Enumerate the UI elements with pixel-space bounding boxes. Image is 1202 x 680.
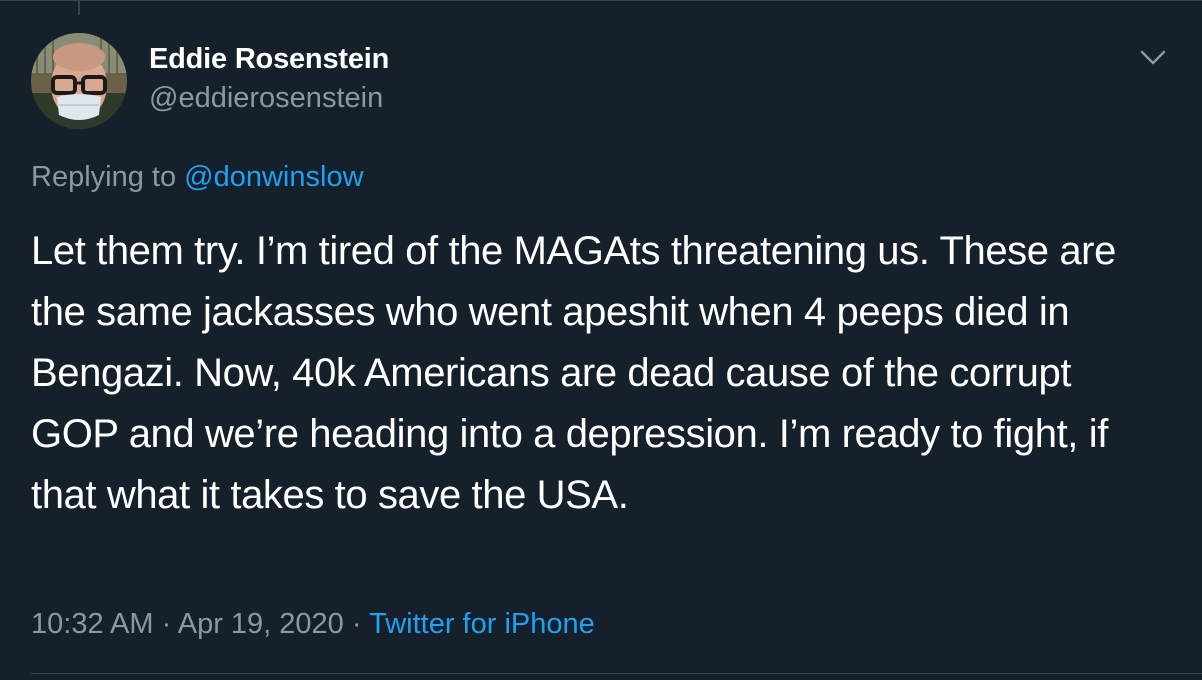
- user-handle[interactable]: @eddierosenstein: [149, 82, 383, 115]
- replying-to-handle-link[interactable]: @donwinslow: [184, 161, 363, 193]
- meta-separator: ·: [351, 608, 362, 640]
- avatar[interactable]: [31, 33, 127, 129]
- replying-to-label: Replying to: [31, 161, 177, 193]
- tweet-date[interactable]: Apr 19, 2020: [178, 608, 344, 640]
- tweet-time[interactable]: 10:32 AM: [31, 608, 154, 640]
- chevron-down-icon[interactable]: [1138, 45, 1168, 71]
- thread-connector-line: [78, 1, 80, 15]
- tweet-metadata: 10:32 AM · Apr 19, 2020 · Twitter for iP…: [31, 608, 595, 641]
- tweet-source-link[interactable]: Twitter for iPhone: [369, 608, 595, 640]
- divider: [31, 673, 1202, 674]
- display-name[interactable]: Eddie Rosenstein: [149, 43, 389, 76]
- tweet: Eddie Rosenstein @eddierosenstein Replyi…: [0, 0, 1202, 680]
- avatar-photo: [31, 33, 127, 129]
- tweet-text: Let them try. I’m tired of the MAGAts th…: [31, 229, 1116, 517]
- meta-separator: ·: [161, 608, 172, 640]
- replying-to-line: Replying to @donwinslow: [31, 161, 364, 194]
